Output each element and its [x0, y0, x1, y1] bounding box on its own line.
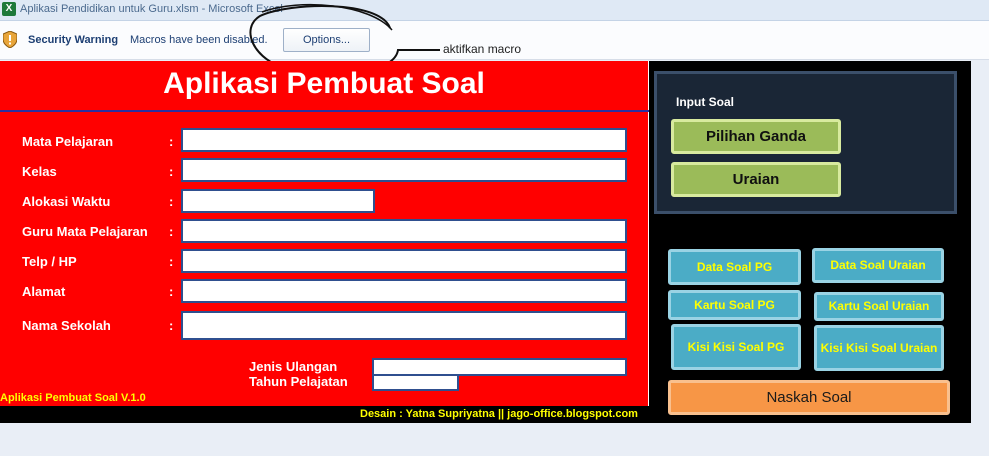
form-panel: Aplikasi Pembuat Soal Mata Pelajaran : K… [0, 61, 650, 406]
colon: : [169, 194, 174, 209]
colon: : [169, 164, 174, 179]
pilihan-ganda-button[interactable]: Pilihan Ganda [671, 119, 841, 154]
options-button[interactable]: Options... [283, 28, 370, 52]
label-kelas: Kelas [22, 164, 57, 179]
alokasi-waktu-field[interactable] [181, 189, 375, 213]
mata-pelajaran-field[interactable] [181, 128, 627, 152]
colon: : [169, 284, 174, 299]
excel-icon: X [2, 2, 16, 16]
label-jenis-ulangan: Jenis Ulangan [249, 359, 338, 374]
label-nama-sekolah: Nama Sekolah [22, 318, 111, 333]
colon: : [169, 134, 174, 149]
kisi-kisi-soal-pg-button[interactable]: Kisi Kisi Soal PG [671, 324, 801, 370]
uraian-button[interactable]: Uraian [671, 162, 841, 197]
window-title: Aplikasi Pendidikan untuk Guru.xlsm - Mi… [20, 3, 283, 15]
alamat-field[interactable] [181, 279, 627, 303]
heading-divider [0, 110, 650, 112]
credit-text: Desain : Yatna Supriyatna || jago-office… [360, 408, 638, 420]
nama-sekolah-field[interactable] [181, 311, 627, 340]
colon: : [169, 318, 174, 333]
telp-hp-field[interactable] [181, 249, 627, 273]
label-alokasi-waktu: Alokasi Waktu [22, 194, 111, 209]
version-text: Aplikasi Pembuat Soal V.1.0 [0, 392, 146, 404]
label-guru-mata-pelajaran: Guru Mata Pelajaran [22, 224, 148, 239]
guru-mata-pelajaran-field[interactable] [181, 219, 627, 243]
app-heading: Aplikasi Pembuat Soal [163, 67, 485, 100]
colon: : [169, 254, 174, 269]
colon: : [169, 224, 174, 239]
input-soal-title: Input Soal [676, 95, 734, 109]
label-tahun-pelajaran: Tahun Pelajatan [249, 374, 348, 389]
kelas-field[interactable] [181, 158, 627, 182]
worksheet-margin-right [971, 61, 989, 423]
worksheet-area: Aplikasi Pembuat Soal Mata Pelajaran : K… [0, 61, 971, 423]
data-soal-uraian-button[interactable]: Data Soal Uraian [812, 248, 944, 283]
worksheet-margin-bottom [0, 423, 989, 456]
annotation-label: aktifkan macro [443, 42, 522, 56]
kartu-soal-pg-button[interactable]: Kartu Soal PG [668, 290, 801, 320]
label-mata-pelajaran: Mata Pelajaran [22, 134, 114, 149]
security-warning-message: Macros have been disabled. [130, 34, 268, 46]
window-titlebar: X Aplikasi Pendidikan untuk Guru.xlsm - … [0, 0, 989, 21]
security-warning-title: Security Warning [28, 34, 119, 46]
tahun-pelajaran-field[interactable] [372, 374, 459, 391]
kartu-soal-uraian-button[interactable]: Kartu Soal Uraian [814, 292, 944, 321]
kisi-kisi-soal-uraian-button[interactable]: Kisi Kisi Soal Uraian [814, 325, 944, 371]
data-soal-pg-button[interactable]: Data Soal PG [668, 249, 801, 285]
label-telp-hp: Telp / HP [22, 254, 77, 269]
shield-warning-icon [3, 31, 17, 48]
label-alamat: Alamat [22, 284, 66, 299]
naskah-soal-button[interactable]: Naskah Soal [668, 380, 950, 415]
